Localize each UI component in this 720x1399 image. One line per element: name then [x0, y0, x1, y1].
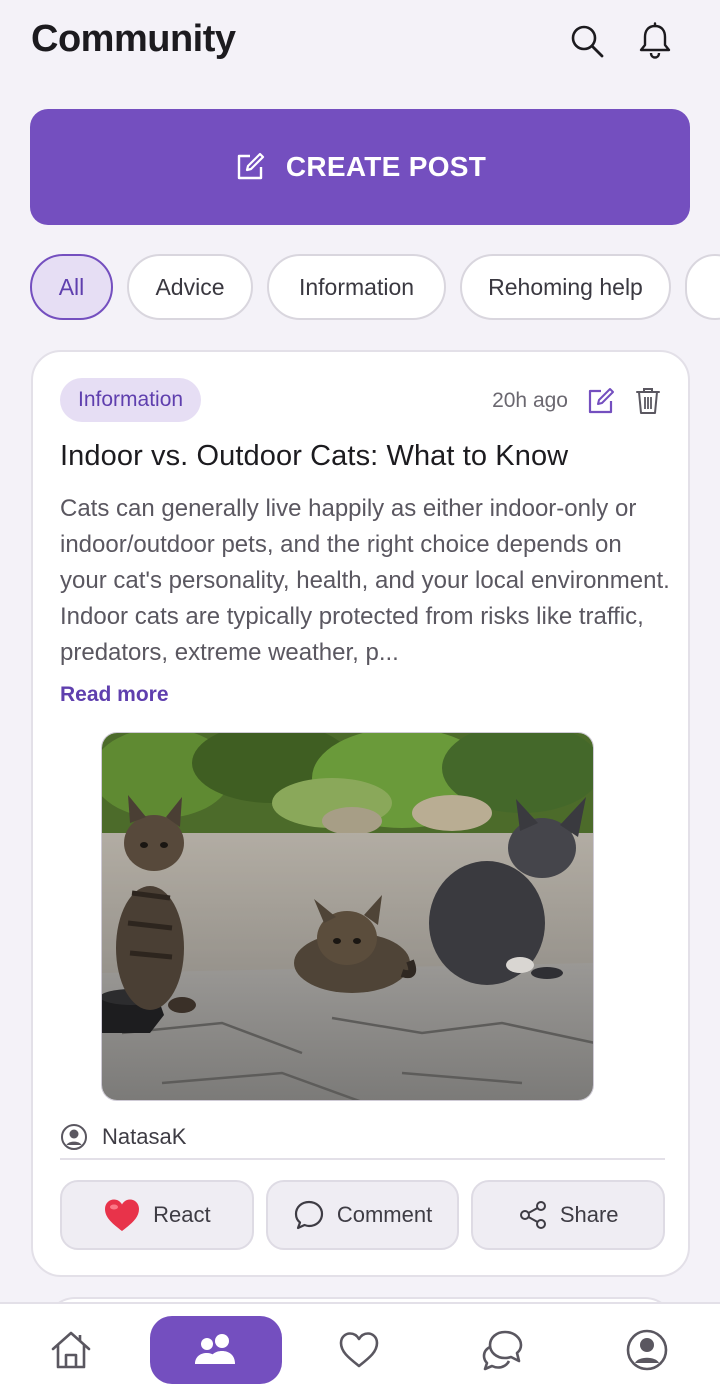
create-post-button[interactable]: CREATE POST	[30, 109, 690, 225]
post-meta: 20h ago	[492, 382, 662, 420]
bell-icon	[639, 22, 671, 59]
nav-profile[interactable]	[581, 1316, 713, 1384]
app-header: Community	[0, 0, 720, 84]
post-excerpt: Cats can generally live happily as eithe…	[60, 495, 670, 666]
filter-chip-information[interactable]: Information	[267, 254, 446, 320]
edit-icon	[237, 152, 264, 180]
bottom-navigation	[0, 1302, 720, 1399]
notifications-button[interactable]	[634, 20, 676, 62]
post-timestamp: 20h ago	[492, 389, 568, 412]
delete-post-icon[interactable]	[634, 386, 662, 416]
nav-favorites[interactable]	[293, 1316, 425, 1384]
filter-chip-advice[interactable]: Advice	[127, 254, 253, 320]
share-icon	[519, 1201, 546, 1229]
category-badge: Information	[60, 378, 202, 422]
post-actions: React Comment Share	[60, 1180, 666, 1250]
home-icon	[51, 1331, 91, 1369]
profile-icon	[626, 1329, 668, 1371]
edit-post-icon[interactable]	[586, 386, 616, 416]
react-button[interactable]: React	[60, 1180, 254, 1250]
filter-chip-all[interactable]: All	[30, 254, 113, 320]
post-image[interactable]	[101, 732, 594, 1101]
author-name: NatasaK	[102, 1124, 187, 1149]
read-more-link[interactable]: Read more	[60, 683, 169, 707]
react-label: React	[153, 1202, 211, 1227]
chat-icon	[482, 1330, 523, 1371]
nav-community[interactable]	[150, 1316, 282, 1384]
post-author[interactable]: NatasaK	[60, 1120, 186, 1154]
kittens-photo	[102, 733, 593, 1100]
user-avatar-icon	[61, 1124, 87, 1150]
share-button[interactable]: Share	[471, 1180, 666, 1250]
nav-messages[interactable]	[437, 1316, 569, 1384]
category-filter-bar: All Advice Information Rehoming help	[30, 254, 720, 322]
search-icon	[571, 25, 604, 58]
heart-emoji-icon	[105, 1199, 140, 1231]
post-title: Indoor vs. Outdoor Cats: What to Know	[60, 440, 569, 472]
heart-icon	[339, 1332, 379, 1368]
page-title: Community	[31, 18, 236, 60]
comment-label: Comment	[336, 1202, 433, 1227]
community-icon	[195, 1334, 235, 1364]
post-card[interactable]: Information 20h ago Indoor vs. Outdoor C…	[31, 350, 690, 1277]
nav-home[interactable]	[5, 1316, 137, 1384]
search-button[interactable]	[566, 20, 608, 62]
share-label: Share	[559, 1202, 619, 1227]
filter-chip-rehoming-help[interactable]: Rehoming help	[460, 254, 671, 320]
comment-button[interactable]: Comment	[265, 1180, 460, 1250]
create-post-label: CREATE POST	[285, 151, 487, 182]
card-divider	[60, 1158, 665, 1160]
comment-icon	[294, 1200, 323, 1230]
filter-chip-more[interactable]	[685, 254, 720, 320]
